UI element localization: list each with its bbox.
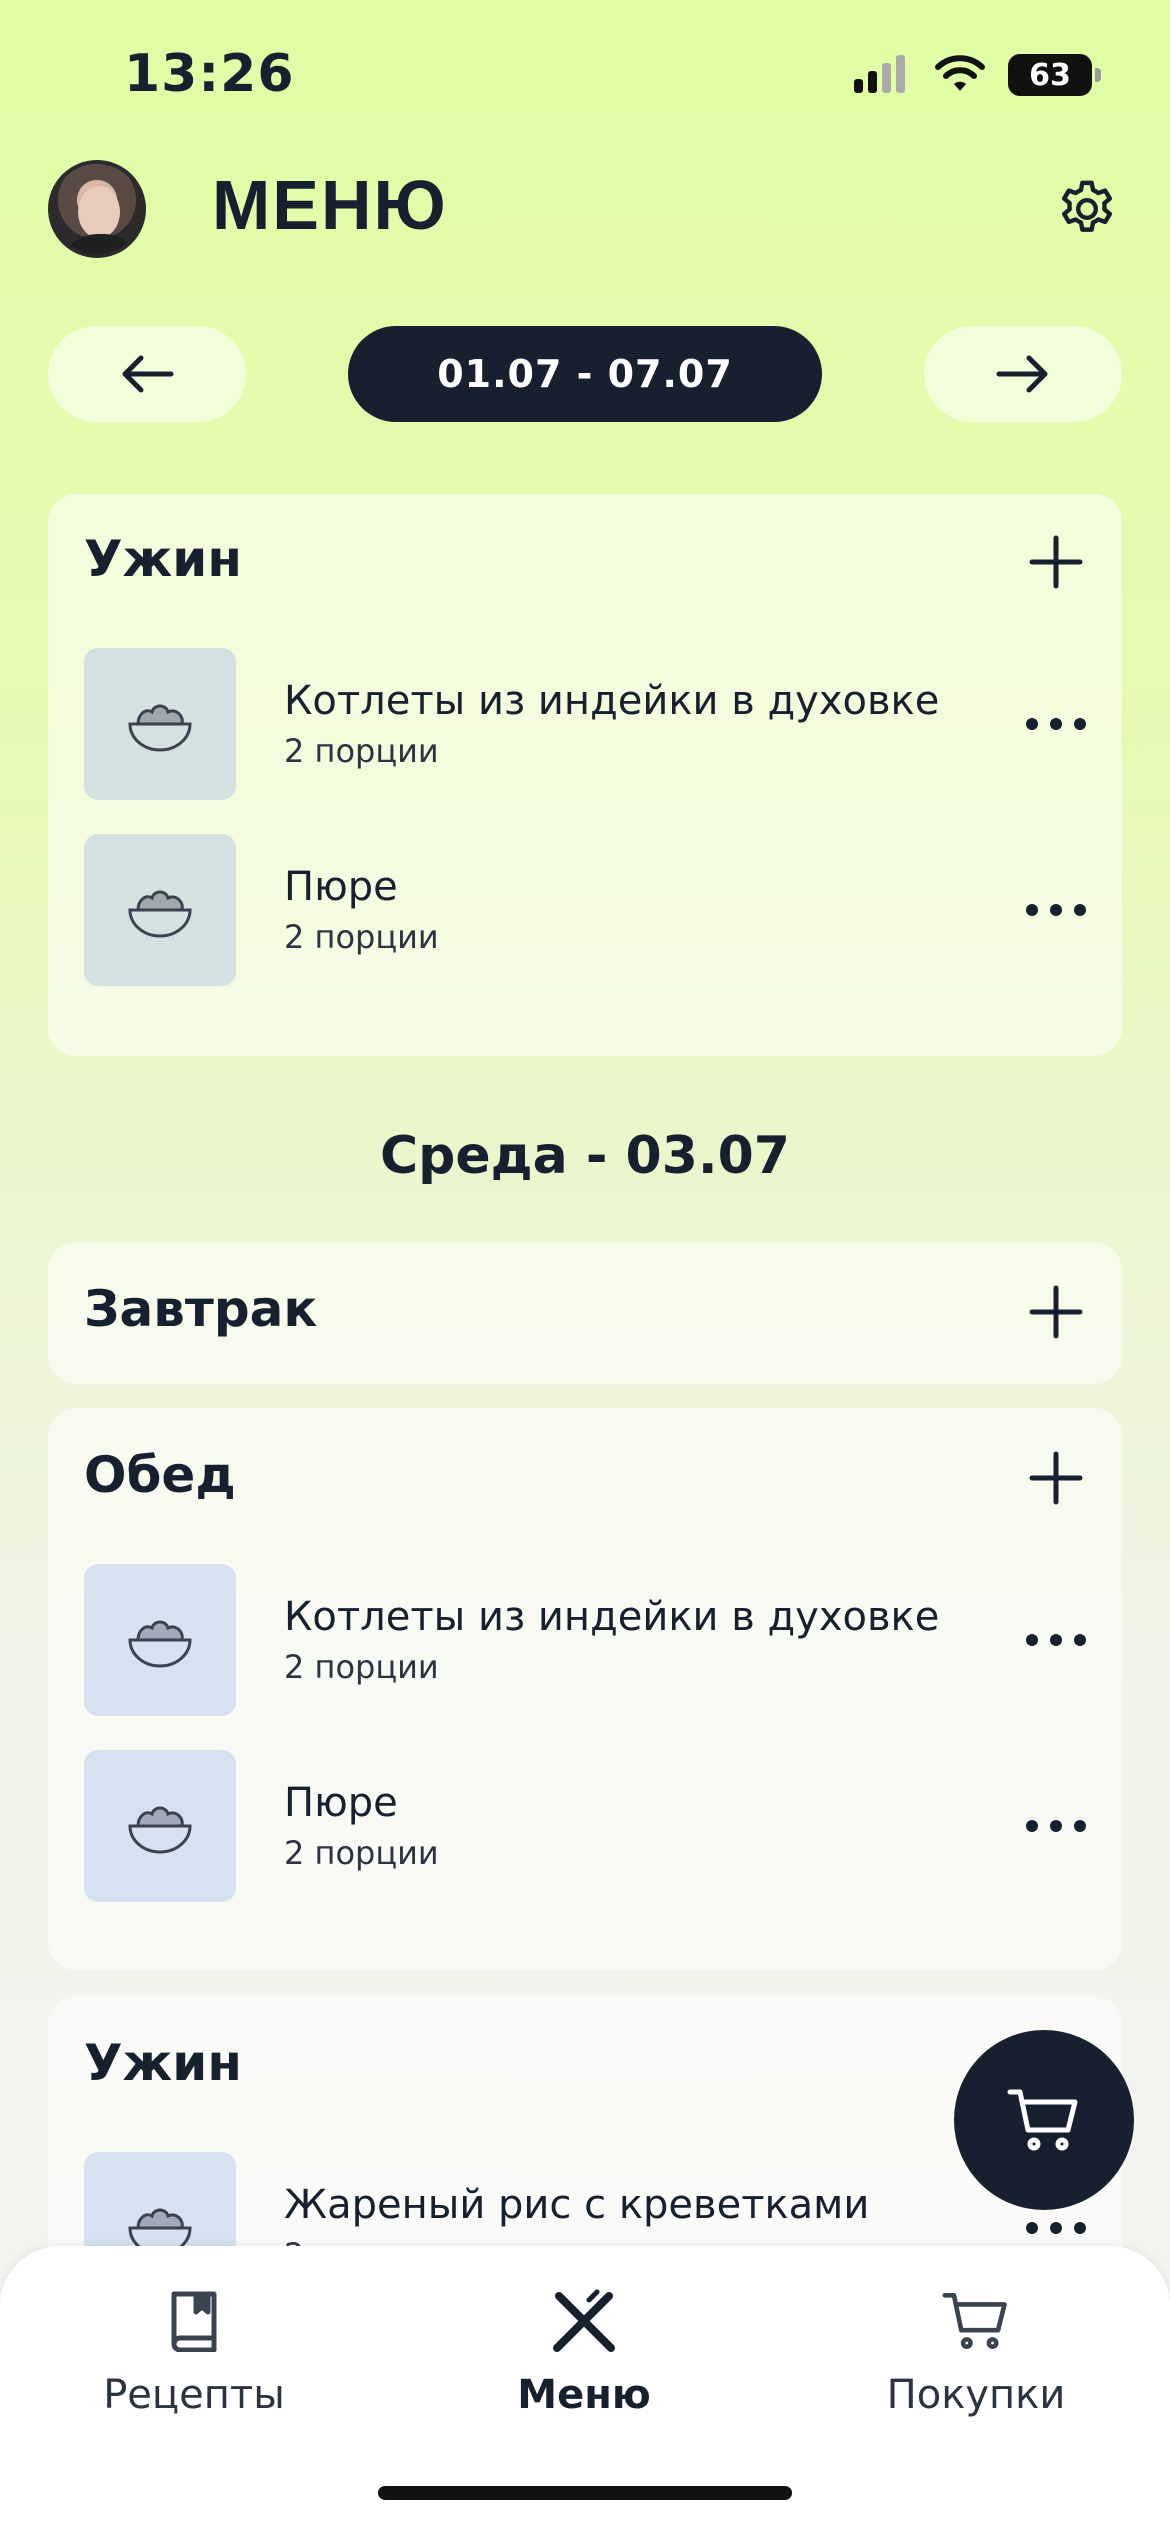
wifi-icon [935, 55, 985, 91]
meal-card-dinner: Ужин Котлеты из индейки в духовке 2 порц… [48, 494, 1122, 1056]
next-week-button[interactable] [924, 326, 1122, 422]
cart-icon [942, 2292, 1007, 2350]
list-item[interactable]: Пюре 2 порции [84, 834, 1086, 986]
dish-name: Котлеты из индейки в духовке [284, 1594, 940, 1640]
meal-title: Ужин [84, 530, 242, 588]
dish-name: Пюре [284, 864, 398, 910]
week-range-label: 01.07 - 07.07 [437, 352, 733, 396]
more-icon[interactable] [1026, 890, 1086, 930]
meal-title: Завтрак [84, 1280, 318, 1338]
salad-bowl-icon [128, 704, 192, 752]
tab-label: Покупки [886, 2372, 1066, 2418]
salad-bowl-icon [128, 1620, 192, 1668]
utensils-icon [553, 2289, 615, 2352]
meal-card-breakfast: Завтрак [48, 1242, 1122, 1384]
meal-title: Обед [84, 1446, 236, 1504]
signal-icon [854, 55, 905, 93]
book-icon [171, 2291, 217, 2352]
day-heading: Среда - 03.07 [379, 1126, 790, 1186]
status-time: 13:26 [124, 44, 295, 104]
page-title: МЕНЮ [212, 166, 448, 244]
tab-label: Меню [517, 2372, 651, 2418]
tab-label: Рецепты [103, 2372, 285, 2418]
tab-recipes[interactable]: Рецепты [44, 2246, 344, 2446]
arrow-right-icon [996, 355, 1048, 393]
add-icon[interactable] [1028, 534, 1084, 590]
add-icon[interactable] [1028, 1284, 1084, 1340]
dish-portions: 2 порции [284, 1648, 439, 1686]
meal-title: Ужин [84, 2034, 242, 2092]
dish-portions: 2 порции [284, 732, 439, 770]
dish-portions: 2 порции [284, 1834, 439, 1872]
more-icon[interactable] [1026, 1806, 1086, 1846]
gear-icon[interactable] [1054, 176, 1120, 242]
prev-week-button[interactable] [48, 326, 246, 422]
list-item[interactable]: Котлеты из индейки в духовке 2 порции [84, 648, 1086, 800]
battery-level: 63 [1029, 57, 1071, 93]
salad-bowl-icon [128, 890, 192, 938]
dish-name: Пюре [284, 1780, 398, 1826]
dish-thumbnail [84, 1564, 236, 1716]
dish-thumbnail [84, 834, 236, 986]
dish-name: Котлеты из индейки в духовке [284, 678, 940, 724]
dish-thumbnail [84, 1750, 236, 1902]
dish-thumbnail [84, 648, 236, 800]
arrow-left-icon [122, 355, 174, 393]
cart-icon [1007, 2089, 1078, 2151]
dish-portions: 2 порции [284, 918, 439, 956]
list-item[interactable]: Пюре 2 порции [84, 1750, 1086, 1902]
more-icon[interactable] [1026, 1620, 1086, 1660]
meal-card-lunch: Обед Котлеты из индейки в духовке 2 порц… [48, 1408, 1122, 1970]
home-indicator [378, 2486, 792, 2500]
tab-shopping[interactable]: Покупки [826, 2246, 1126, 2446]
avatar[interactable] [48, 160, 146, 258]
week-range[interactable]: 01.07 - 07.07 [348, 326, 822, 422]
battery-indicator: 63 [1008, 54, 1101, 96]
cart-fab-button[interactable] [954, 2030, 1134, 2210]
add-icon[interactable] [1028, 1450, 1084, 1506]
dish-name: Жареный рис с креветками [284, 2182, 870, 2228]
list-item[interactable]: Котлеты из индейки в духовке 2 порции [84, 1564, 1086, 1716]
more-icon[interactable] [1026, 2208, 1086, 2248]
more-icon[interactable] [1026, 704, 1086, 744]
status-icons: 63 [852, 54, 1101, 96]
salad-bowl-icon [128, 1806, 192, 1854]
tab-menu[interactable]: Меню [434, 2246, 734, 2446]
